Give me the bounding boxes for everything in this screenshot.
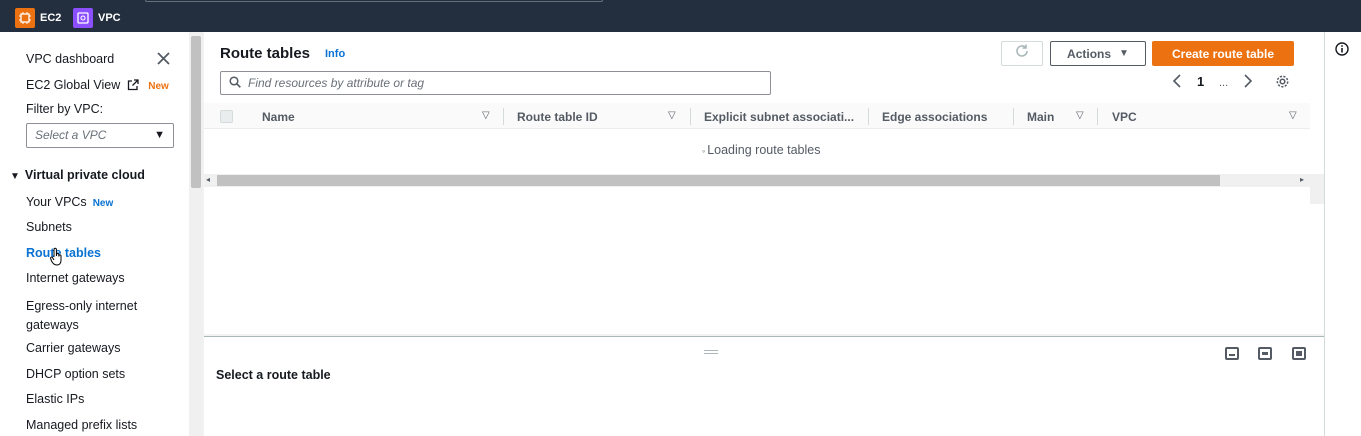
sidebar-item-vpc-dashboard[interactable]: VPC dashboard bbox=[26, 52, 114, 66]
page-title: Route tables bbox=[220, 45, 311, 62]
vpc-label: VPC bbox=[98, 12, 121, 24]
column-divider[interactable] bbox=[868, 108, 869, 125]
column-header-vpc[interactable]: VPC bbox=[1112, 110, 1137, 124]
create-route-table-button[interactable]: Create route table bbox=[1152, 41, 1294, 66]
table-vertical-scrollbar[interactable] bbox=[1310, 174, 1324, 204]
top-navigation-bar bbox=[0, 0, 1361, 32]
actions-label: Actions bbox=[1067, 46, 1112, 61]
column-header-route-table-id[interactable]: Route table ID bbox=[517, 110, 598, 124]
column-header-name[interactable]: Name bbox=[262, 110, 295, 124]
refresh-icon bbox=[1014, 43, 1030, 64]
caret-down-icon: ▼ bbox=[1119, 48, 1129, 59]
ec2-label: EC2 bbox=[40, 12, 62, 24]
new-badge: New bbox=[148, 81, 169, 92]
sidebar-item-ec2-global-view[interactable]: EC2 Global View New bbox=[26, 78, 169, 94]
split-panel-title: Select a route table bbox=[216, 368, 331, 382]
sidebar-item-elastic-ips[interactable]: Elastic IPs bbox=[26, 392, 84, 406]
column-header-edge-associations[interactable]: Edge associations bbox=[882, 110, 987, 124]
refresh-button[interactable] bbox=[1001, 41, 1043, 66]
column-header-main[interactable]: Main bbox=[1027, 110, 1054, 124]
filter-by-vpc-label: Filter by VPC: bbox=[26, 102, 104, 116]
external-link-icon bbox=[127, 79, 139, 94]
settings-gear-icon[interactable] bbox=[1275, 74, 1290, 92]
hand-cursor-icon bbox=[50, 247, 63, 272]
actions-button[interactable]: Actions ▼ bbox=[1050, 41, 1146, 66]
sidebar-scrollbar-thumb[interactable] bbox=[191, 36, 201, 188]
details-split-panel bbox=[204, 336, 1324, 436]
your-vpcs-label: Your VPCs bbox=[26, 195, 87, 209]
split-panel-bottom-icon[interactable] bbox=[1225, 347, 1239, 360]
search-input[interactable]: Find resources by attribute or tag bbox=[220, 71, 771, 95]
sidebar-item-route-tables[interactable]: Route tables bbox=[26, 246, 101, 260]
scroll-right-icon[interactable]: ▸ bbox=[1300, 175, 1304, 184]
sidebar-item-dhcp-option-sets[interactable]: DHCP option sets bbox=[26, 367, 125, 381]
new-badge: New bbox=[92, 198, 114, 209]
column-header-explicit-subnet-associations[interactable]: Explicit subnet associati... bbox=[704, 110, 854, 124]
vpc-shortcut[interactable]: VPC bbox=[73, 8, 121, 28]
caret-down-icon: ▼ bbox=[10, 171, 20, 182]
sidebar-item-carrier-gateways[interactable]: Carrier gateways bbox=[26, 341, 120, 355]
caret-down-icon: ▼ bbox=[154, 129, 165, 141]
column-divider[interactable] bbox=[1097, 108, 1098, 125]
search-placeholder: Find resources by attribute or tag bbox=[248, 76, 425, 90]
ec2-shortcut[interactable]: EC2 bbox=[15, 8, 61, 28]
sort-icon[interactable]: ▽ bbox=[668, 110, 676, 121]
sort-icon[interactable]: ▽ bbox=[482, 110, 490, 121]
filter-vpc-placeholder: Select a VPC bbox=[35, 128, 107, 142]
split-panel-side-icon[interactable] bbox=[1258, 347, 1272, 360]
close-icon[interactable] bbox=[157, 52, 170, 65]
sort-icon[interactable]: ▽ bbox=[1076, 110, 1084, 121]
vpc-icon bbox=[73, 8, 93, 28]
ec2-global-view-label: EC2 Global View bbox=[26, 78, 121, 92]
sidebar-item-internet-gateways[interactable]: Internet gateways bbox=[26, 271, 125, 285]
page-number[interactable]: 1 bbox=[1197, 74, 1204, 89]
info-panel-icon[interactable] bbox=[1335, 42, 1349, 61]
filter-vpc-select[interactable]: Select a VPC ▼ bbox=[26, 123, 174, 148]
previous-page-icon[interactable] bbox=[1172, 74, 1182, 91]
select-all-checkbox[interactable] bbox=[220, 110, 233, 123]
split-panel-full-icon[interactable] bbox=[1292, 347, 1306, 360]
spinner-icon: ◦ bbox=[702, 146, 706, 156]
sidebar-item-managed-prefix-lists[interactable]: Managed prefix lists bbox=[26, 418, 137, 432]
scroll-left-icon[interactable]: ◂ bbox=[206, 175, 210, 184]
ec2-icon bbox=[15, 8, 35, 28]
loading-indicator: ◦ Loading route tables bbox=[702, 143, 820, 157]
table-horizontal-scrollbar-thumb[interactable] bbox=[217, 175, 1220, 186]
resize-handle-icon[interactable] bbox=[704, 350, 718, 354]
sidebar-item-egress-only-internet-gateways[interactable]: Egress-only internet gateways bbox=[26, 297, 146, 335]
next-page-icon[interactable] bbox=[1243, 74, 1253, 91]
page-ellipsis: ... bbox=[1219, 77, 1229, 89]
column-divider[interactable] bbox=[1013, 108, 1014, 125]
tools-rail bbox=[1324, 32, 1361, 436]
section-title: Virtual private cloud bbox=[24, 168, 145, 182]
global-search-edge[interactable] bbox=[145, 0, 603, 2]
sidebar-item-subnets[interactable]: Subnets bbox=[26, 220, 72, 234]
search-icon bbox=[229, 76, 241, 88]
sidebar-item-your-vpcs[interactable]: Your VPCs New bbox=[26, 195, 113, 209]
column-divider[interactable] bbox=[690, 108, 691, 125]
section-virtual-private-cloud[interactable]: ▼ Virtual private cloud bbox=[10, 168, 145, 182]
loading-text: Loading route tables bbox=[707, 143, 821, 157]
column-divider[interactable] bbox=[503, 108, 504, 125]
info-link[interactable]: Info bbox=[325, 48, 345, 60]
sort-icon[interactable]: ▽ bbox=[1289, 110, 1297, 121]
